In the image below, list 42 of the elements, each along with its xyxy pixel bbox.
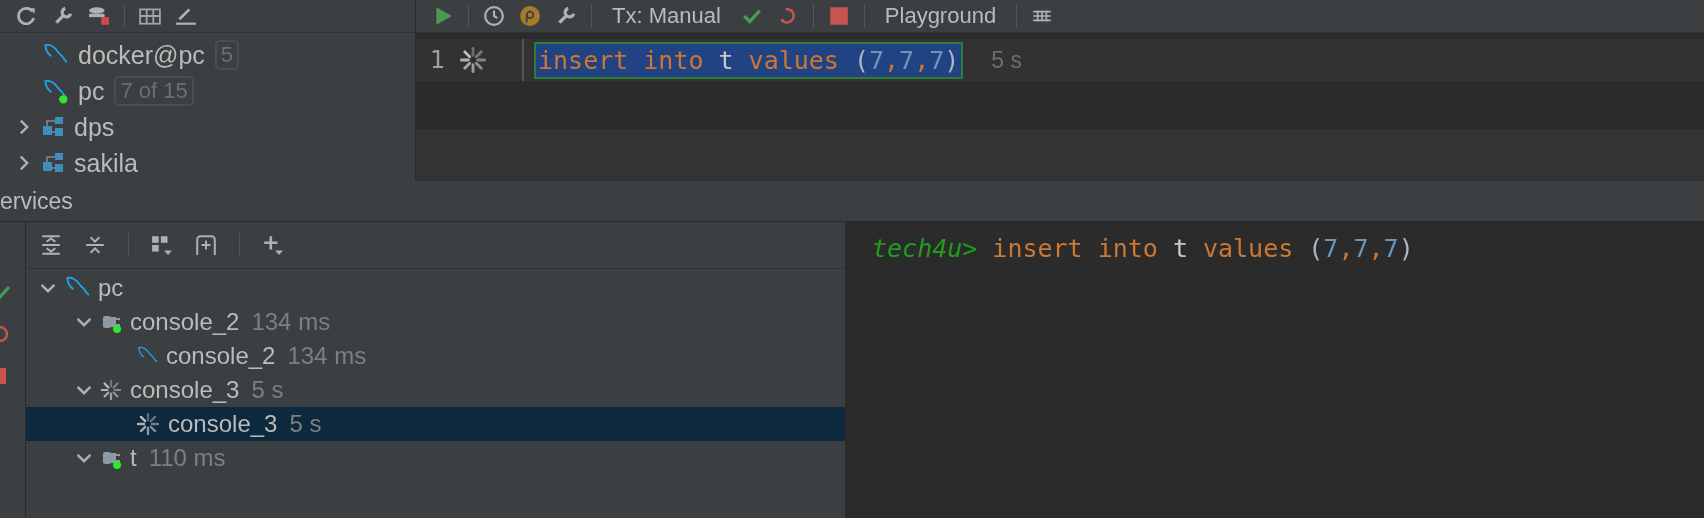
schema-icon bbox=[42, 116, 64, 138]
tree-row[interactable]: console_2 134 ms bbox=[26, 305, 845, 339]
tree-row[interactable]: t 110 ms bbox=[26, 441, 845, 475]
tree-item-label[interactable]: dps bbox=[74, 112, 115, 142]
tree-row[interactable]: console_2 134 ms bbox=[26, 339, 845, 373]
p-icon[interactable] bbox=[519, 5, 541, 27]
wrench-icon[interactable] bbox=[555, 5, 577, 27]
tree-item-label[interactable]: docker@pc bbox=[78, 40, 205, 70]
elapsed-time: 110 ms bbox=[148, 444, 226, 472]
tree-item-label: pc bbox=[98, 274, 124, 302]
elapsed-time: 5 s bbox=[251, 376, 284, 404]
elapsed-time: 134 ms bbox=[287, 342, 367, 370]
console-prompt: tech4u> bbox=[872, 234, 978, 263]
add-icon[interactable] bbox=[262, 234, 284, 256]
transaction-mode-dropdown[interactable]: Tx: Manual bbox=[606, 3, 727, 29]
history-icon[interactable] bbox=[483, 5, 505, 27]
elapsed-time: 134 ms bbox=[251, 308, 331, 336]
tree-item-label[interactable]: sakila bbox=[74, 148, 138, 178]
database-stop-icon[interactable] bbox=[88, 5, 110, 27]
tree-item-label: console_2 bbox=[166, 342, 276, 370]
tree-item-label: console_2 bbox=[130, 308, 240, 336]
expand-all-icon[interactable] bbox=[40, 234, 62, 256]
session-dropdown[interactable]: Playground bbox=[878, 3, 1003, 29]
schema-icon bbox=[42, 152, 64, 174]
panel-title: ervices bbox=[0, 187, 73, 215]
group-icon[interactable] bbox=[151, 234, 173, 256]
collapse-all-icon[interactable] bbox=[84, 234, 106, 256]
tree-item-label: t bbox=[130, 444, 137, 472]
console-command: insert into t values (7,7,7) bbox=[992, 234, 1414, 263]
elapsed-time: 5 s bbox=[289, 410, 322, 438]
tree-row[interactable]: pc bbox=[26, 271, 845, 305]
execution-time: 5 s bbox=[991, 46, 1023, 74]
add-service-icon[interactable] bbox=[195, 234, 217, 256]
tree-row[interactable]: console_3 5 s bbox=[26, 373, 845, 407]
wrench-icon[interactable] bbox=[52, 5, 74, 27]
tree-item-label[interactable]: pc bbox=[78, 76, 105, 106]
tree-item-label: console_3 bbox=[168, 410, 278, 438]
tree-item-label: console_3 bbox=[130, 376, 240, 404]
line-number: 1 bbox=[430, 46, 446, 74]
stop-icon[interactable] bbox=[827, 5, 850, 27]
tree-row[interactable]: console_3 5 s bbox=[26, 407, 845, 441]
refresh-icon[interactable] bbox=[16, 5, 38, 27]
